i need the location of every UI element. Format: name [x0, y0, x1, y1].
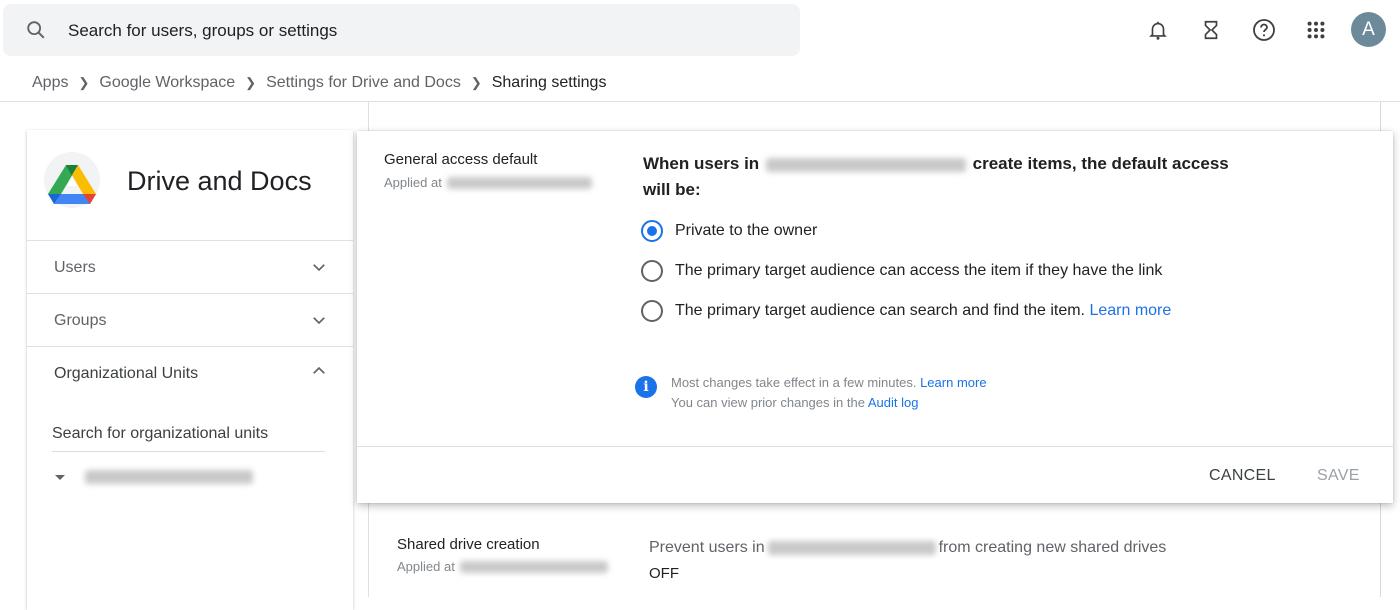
option-search-and-find[interactable]: The primary target audience can search a… [641, 300, 1171, 322]
question-line2: will be: [643, 180, 701, 199]
setting-question: When users in create items, the default … [643, 151, 1243, 203]
sidebar-item-label: Groups [54, 312, 107, 329]
apps-grid-icon [1307, 21, 1325, 39]
desc-suffix: from creating new shared drives [938, 539, 1167, 556]
chevron-right-icon: ❯ [78, 75, 90, 90]
drive-logo [44, 152, 100, 208]
chevron-up-icon [313, 366, 325, 374]
redacted-org-name [85, 470, 253, 484]
option-private-to-owner[interactable]: Private to the owner [641, 220, 817, 242]
card-footer: CANCEL SAVE [357, 446, 1393, 503]
tasks-button[interactable] [1193, 12, 1229, 48]
save-button[interactable]: SAVE [1317, 467, 1360, 485]
radio-selected-icon[interactable] [641, 220, 663, 242]
notifications-button[interactable] [1140, 12, 1176, 48]
question-suffix: create items, the default access [972, 154, 1229, 173]
ou-search-input[interactable]: Search for organizational units [52, 425, 325, 452]
breadcrumb-drive-settings[interactable]: Settings for Drive and Docs [266, 74, 461, 92]
shared-drive-applied-at: Applied at [397, 559, 608, 574]
hourglass-icon [1204, 20, 1218, 40]
breadcrumb-google-workspace[interactable]: Google Workspace [99, 74, 235, 92]
option-label-text: The primary target audience can search a… [675, 302, 1085, 319]
app-title: Drive and Docs [127, 166, 312, 196]
redacted-org-name [765, 157, 966, 172]
breadcrumb-current: Sharing settings [491, 74, 607, 91]
option-label: The primary target audience can search a… [675, 302, 1171, 320]
desc-prefix: Prevent users in [649, 539, 765, 556]
header-divider [0, 101, 1400, 102]
learn-more-link[interactable]: Learn more [1089, 302, 1171, 319]
google-drive-icon [48, 165, 96, 204]
chevron-down-icon [313, 264, 325, 272]
chevron-right-icon: ❯ [245, 75, 257, 90]
chevron-right-icon: ❯ [470, 75, 482, 90]
question-prefix: When users in [643, 154, 760, 173]
ou-tree-root[interactable] [52, 470, 253, 484]
info-note: i Most changes take effect in a few minu… [635, 373, 987, 413]
help-icon [1253, 19, 1275, 41]
option-label: Private to the owner [675, 222, 818, 239]
learn-more-link[interactable]: Learn more [920, 375, 986, 390]
applied-at: Applied at [384, 175, 592, 190]
cancel-button[interactable]: CANCEL [1209, 467, 1276, 485]
breadcrumb-apps[interactable]: Apps [32, 74, 68, 92]
redacted-org-name [767, 541, 936, 555]
applied-at-label: Applied at [397, 559, 455, 574]
notifications-icon [1149, 21, 1167, 40]
info-text: Most changes take effect in a few minute… [671, 373, 987, 413]
chevron-down-icon [313, 317, 325, 325]
option-label: The primary target audience can access t… [675, 262, 1163, 279]
audit-log-link[interactable]: Audit log [868, 395, 919, 410]
radio-unselected-icon[interactable] [641, 260, 663, 282]
sidebar-item-label: Users [54, 259, 96, 276]
sidebar-item-groups[interactable]: Groups [27, 293, 353, 346]
sidebar: Drive and Docs Users Groups Organization… [27, 130, 353, 610]
radio-unselected-icon[interactable] [641, 300, 663, 322]
breadcrumb: Apps ❯ Google Workspace ❯ Settings for D… [32, 74, 606, 92]
search-icon [27, 21, 45, 39]
global-search-bar[interactable]: Search for users, groups or settings [3, 4, 800, 56]
info-line2: You can view prior changes in the [671, 395, 865, 410]
apps-button[interactable] [1298, 12, 1334, 48]
info-icon: i [635, 376, 657, 398]
sidebar-item-label: Organizational Units [54, 365, 199, 382]
account-avatar[interactable]: A [1351, 12, 1386, 47]
shared-drive-description[interactable]: Prevent users in from creating new share… [649, 539, 1166, 557]
redacted-org-name [446, 176, 592, 189]
top-bar: Search for users, groups or settings A [0, 0, 1400, 60]
applied-at-label: Applied at [384, 175, 442, 190]
option-access-with-link[interactable]: The primary target audience can access t… [641, 260, 1162, 282]
sidebar-item-users[interactable]: Users [27, 240, 353, 293]
shared-drive-title[interactable]: Shared drive creation [397, 536, 540, 553]
search-placeholder: Search for users, groups or settings [68, 21, 338, 40]
redacted-org-name [459, 560, 608, 573]
setting-title: General access default [384, 151, 538, 168]
general-access-card: General access default Applied at When u… [357, 131, 1393, 503]
shared-drive-value: OFF [649, 565, 679, 582]
app-header: Drive and Docs [27, 130, 353, 240]
caret-down-icon[interactable] [52, 472, 68, 482]
info-line1: Most changes take effect in a few minute… [671, 375, 917, 390]
help-button[interactable] [1246, 12, 1282, 48]
